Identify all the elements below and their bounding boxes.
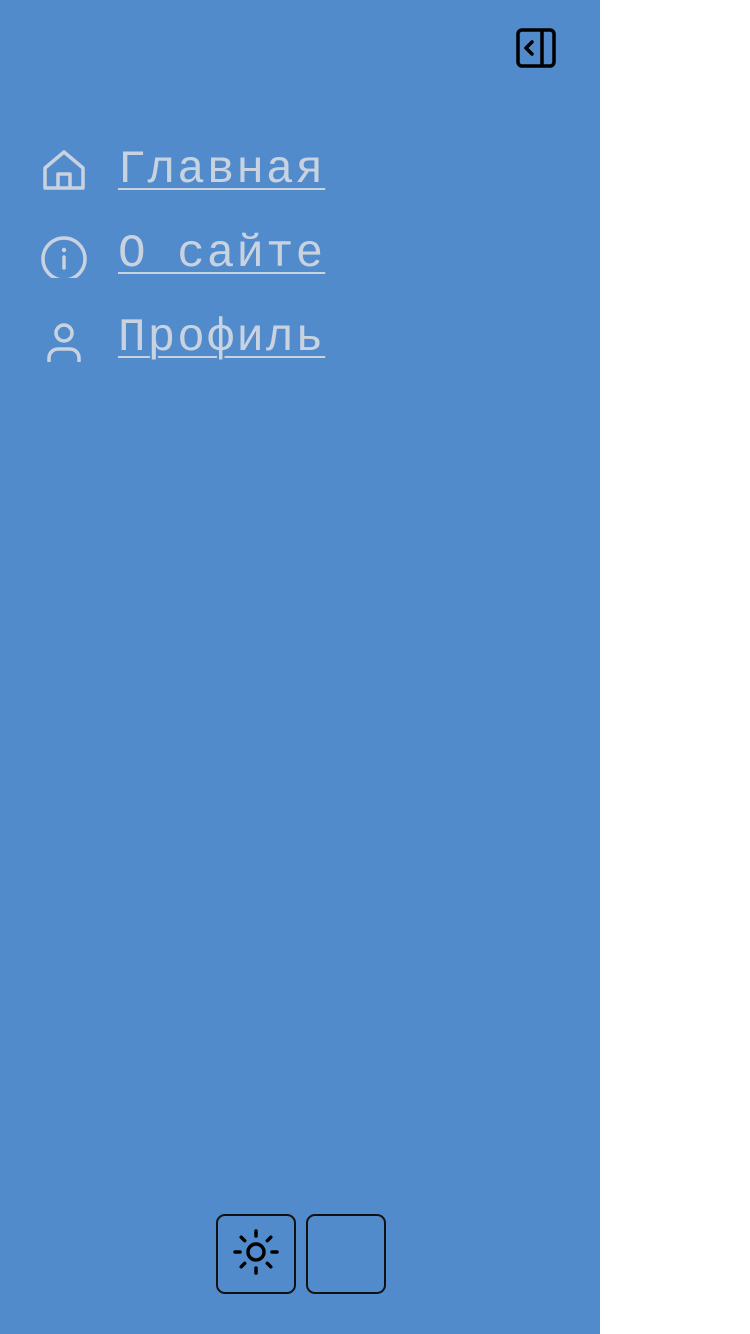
nav-item-about-label[interactable]: О сайте xyxy=(118,228,325,280)
sidebar-collapse-icon xyxy=(515,27,557,74)
sun-icon xyxy=(232,1228,280,1281)
nav-item-home[interactable]: Главная xyxy=(40,142,325,198)
nav-item-profile-label[interactable]: Профиль xyxy=(118,312,325,364)
home-icon xyxy=(40,146,88,194)
nav-item-profile[interactable]: Профиль xyxy=(40,310,325,366)
sidebar-collapse-button[interactable] xyxy=(514,27,558,74)
nav-item-home-label[interactable]: Главная xyxy=(118,144,325,196)
theme-toggle-button[interactable] xyxy=(216,1214,296,1294)
nav-item-about[interactable]: О сайте xyxy=(40,226,325,282)
info-icon xyxy=(40,230,88,278)
footer-controls xyxy=(216,1214,386,1294)
secondary-control-button[interactable] xyxy=(306,1214,386,1294)
user-icon xyxy=(40,314,88,362)
sidebar: Главная О сайте Профиль xyxy=(0,0,600,1334)
